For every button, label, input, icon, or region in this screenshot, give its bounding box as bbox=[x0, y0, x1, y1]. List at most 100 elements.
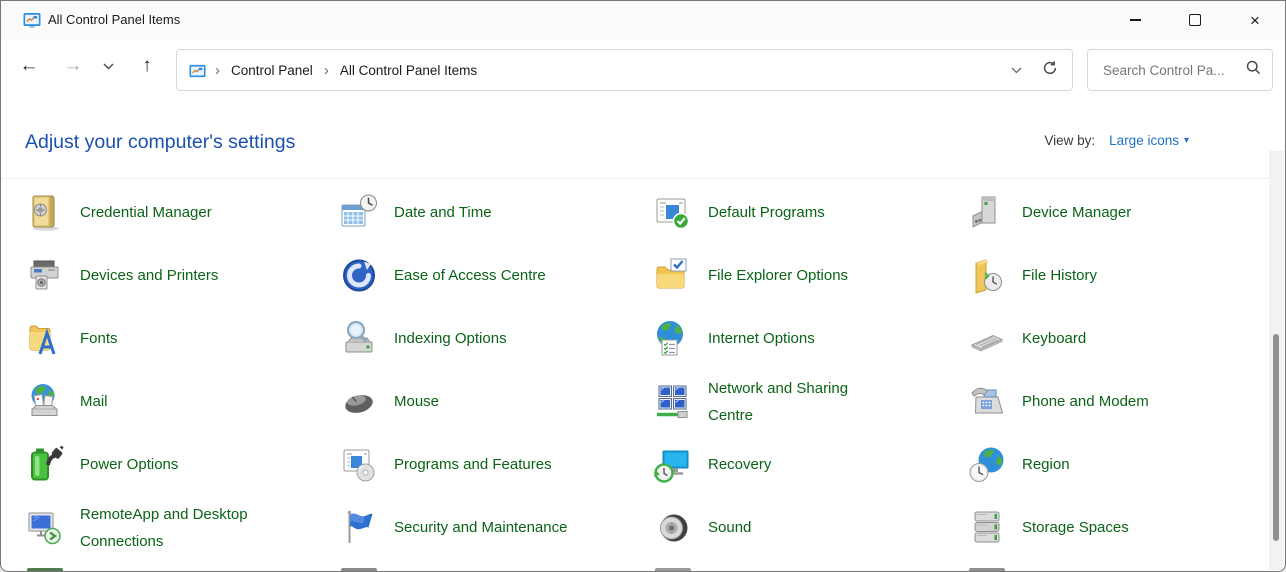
minimize-button[interactable] bbox=[1105, 1, 1165, 39]
view-by-control: View by: Large icons ▾ bbox=[1044, 133, 1189, 148]
address-bar[interactable]: › Control Panel › All Control Panel Item… bbox=[176, 49, 1073, 91]
item-label: Date and Time bbox=[394, 199, 492, 226]
maximize-button[interactable] bbox=[1165, 1, 1225, 39]
control-panel-item[interactable]: Default Programs bbox=[653, 181, 967, 244]
accessibility-circle-icon bbox=[339, 256, 379, 296]
speaker-icon bbox=[653, 508, 693, 548]
item-label: Power Options bbox=[80, 451, 178, 478]
breadcrumb-separator: › bbox=[215, 63, 220, 78]
control-panel-item[interactable]: Sound bbox=[653, 496, 967, 559]
control-panel-item[interactable]: RemoteApp and Desktop Connections bbox=[25, 496, 339, 559]
refresh-icon bbox=[1042, 60, 1058, 76]
control-panel-item-partial[interactable] bbox=[969, 568, 1005, 571]
control-panel-item-partial[interactable] bbox=[341, 568, 377, 571]
control-panel-item[interactable]: Phone and Modem bbox=[967, 370, 1275, 433]
navigation-toolbar: ← → ↑ › Control Panel › All Control Pane… bbox=[1, 39, 1285, 93]
control-panel-window: All Control Panel Items × ← → ↑ › Contro… bbox=[0, 0, 1286, 572]
item-label: Default Programs bbox=[708, 199, 825, 226]
address-dropdown-button[interactable] bbox=[997, 55, 1036, 85]
close-icon: × bbox=[1250, 12, 1260, 29]
item-label: Ease of Access Centre bbox=[394, 262, 546, 289]
item-label: Phone and Modem bbox=[1022, 388, 1149, 415]
content-divider bbox=[1, 178, 1269, 179]
control-panel-item[interactable]: Storage Spaces bbox=[967, 496, 1275, 559]
control-panel-item[interactable]: Recovery bbox=[653, 433, 967, 496]
control-panel-item-partial[interactable] bbox=[27, 568, 63, 571]
device-icon bbox=[967, 193, 1007, 233]
minimize-icon bbox=[1130, 19, 1141, 20]
item-label: Network and Sharing Centre bbox=[708, 375, 890, 429]
scrollbar-thumb[interactable] bbox=[1273, 334, 1279, 541]
search-input[interactable] bbox=[1101, 62, 1235, 79]
scrollbar-track[interactable] bbox=[1269, 151, 1284, 570]
item-label: Mail bbox=[80, 388, 108, 415]
refresh-button[interactable] bbox=[1036, 54, 1072, 87]
search-box bbox=[1087, 49, 1273, 91]
control-panel-item-partial[interactable] bbox=[655, 568, 691, 571]
item-label: Keyboard bbox=[1022, 325, 1086, 352]
title-bar: All Control Panel Items × bbox=[1, 1, 1285, 40]
control-panel-item[interactable]: Power Options bbox=[25, 433, 339, 496]
printer-icon bbox=[25, 256, 65, 296]
item-label: Storage Spaces bbox=[1022, 514, 1129, 541]
control-panel-item[interactable]: Indexing Options bbox=[339, 307, 653, 370]
control-panel-item[interactable]: Ease of Access Centre bbox=[339, 244, 653, 307]
calendar-clock-icon bbox=[339, 193, 379, 233]
control-panel-item[interactable]: Device Manager bbox=[967, 181, 1275, 244]
control-panel-item[interactable]: Programs and Features bbox=[339, 433, 653, 496]
window-title: All Control Panel Items bbox=[48, 12, 180, 27]
control-panel-item[interactable]: File Explorer Options bbox=[653, 244, 967, 307]
up-button[interactable]: ↑ bbox=[128, 46, 166, 86]
view-by-dropdown[interactable]: Large icons bbox=[1109, 133, 1179, 148]
item-label: RemoteApp and Desktop Connections bbox=[80, 501, 262, 555]
item-label: File Explorer Options bbox=[708, 262, 848, 289]
control-panel-item[interactable]: File History bbox=[967, 244, 1275, 307]
control-panel-app-icon bbox=[23, 11, 41, 29]
telephone-icon bbox=[967, 382, 1007, 422]
item-label: Mouse bbox=[394, 388, 439, 415]
control-panel-item[interactable]: Keyboard bbox=[967, 307, 1275, 370]
item-label: Fonts bbox=[80, 325, 118, 352]
control-panel-item[interactable]: Date and Time bbox=[339, 181, 653, 244]
item-label: Security and Maintenance bbox=[394, 514, 567, 541]
control-panel-item[interactable]: Mouse bbox=[339, 370, 653, 433]
back-button[interactable]: ← bbox=[10, 46, 48, 86]
item-label: Device Manager bbox=[1022, 199, 1131, 226]
keyboard-icon bbox=[967, 319, 1007, 359]
control-panel-item[interactable]: Mail bbox=[25, 370, 339, 433]
folder-clock-icon bbox=[967, 256, 1007, 296]
monitor-restore-icon bbox=[653, 445, 693, 485]
recent-locations-button[interactable] bbox=[93, 46, 123, 86]
control-panel-item[interactable]: Internet Options bbox=[653, 307, 967, 370]
maximize-icon bbox=[1189, 14, 1201, 26]
caret-down-icon: ▾ bbox=[1184, 135, 1189, 146]
window-disc-icon bbox=[339, 445, 379, 485]
item-label: Recovery bbox=[708, 451, 771, 478]
mouse-icon bbox=[339, 382, 379, 422]
flag-icon bbox=[339, 508, 379, 548]
globe-checklist-icon bbox=[653, 319, 693, 359]
item-label: Region bbox=[1022, 451, 1070, 478]
close-button[interactable]: × bbox=[1225, 1, 1285, 39]
network-monitors-icon bbox=[653, 382, 693, 422]
control-panel-breadcrumb-icon bbox=[189, 63, 206, 78]
item-label: Indexing Options bbox=[394, 325, 507, 352]
control-panel-item[interactable]: Security and Maintenance bbox=[339, 496, 653, 559]
items-grid: Credential Manager Date and Time Default P… bbox=[25, 181, 1275, 559]
control-panel-item[interactable]: Network and Sharing Centre bbox=[653, 370, 967, 433]
item-label: Programs and Features bbox=[394, 451, 552, 478]
folder-letter-icon bbox=[25, 319, 65, 359]
remote-desktop-icon bbox=[25, 508, 65, 548]
control-panel-item[interactable]: Region bbox=[967, 433, 1275, 496]
item-label: Devices and Printers bbox=[80, 262, 218, 289]
search-icon[interactable] bbox=[1246, 60, 1261, 80]
control-panel-item[interactable]: Credential Manager bbox=[25, 181, 339, 244]
breadcrumb-all-items[interactable]: All Control Panel Items bbox=[338, 59, 479, 82]
control-panel-item[interactable]: Devices and Printers bbox=[25, 244, 339, 307]
chevron-down-icon bbox=[1011, 67, 1022, 74]
chevron-down-icon bbox=[103, 63, 114, 70]
forward-button[interactable]: → bbox=[54, 46, 92, 86]
control-panel-item[interactable]: Fonts bbox=[25, 307, 339, 370]
breadcrumb-control-panel[interactable]: Control Panel bbox=[229, 59, 315, 82]
item-label: File History bbox=[1022, 262, 1097, 289]
